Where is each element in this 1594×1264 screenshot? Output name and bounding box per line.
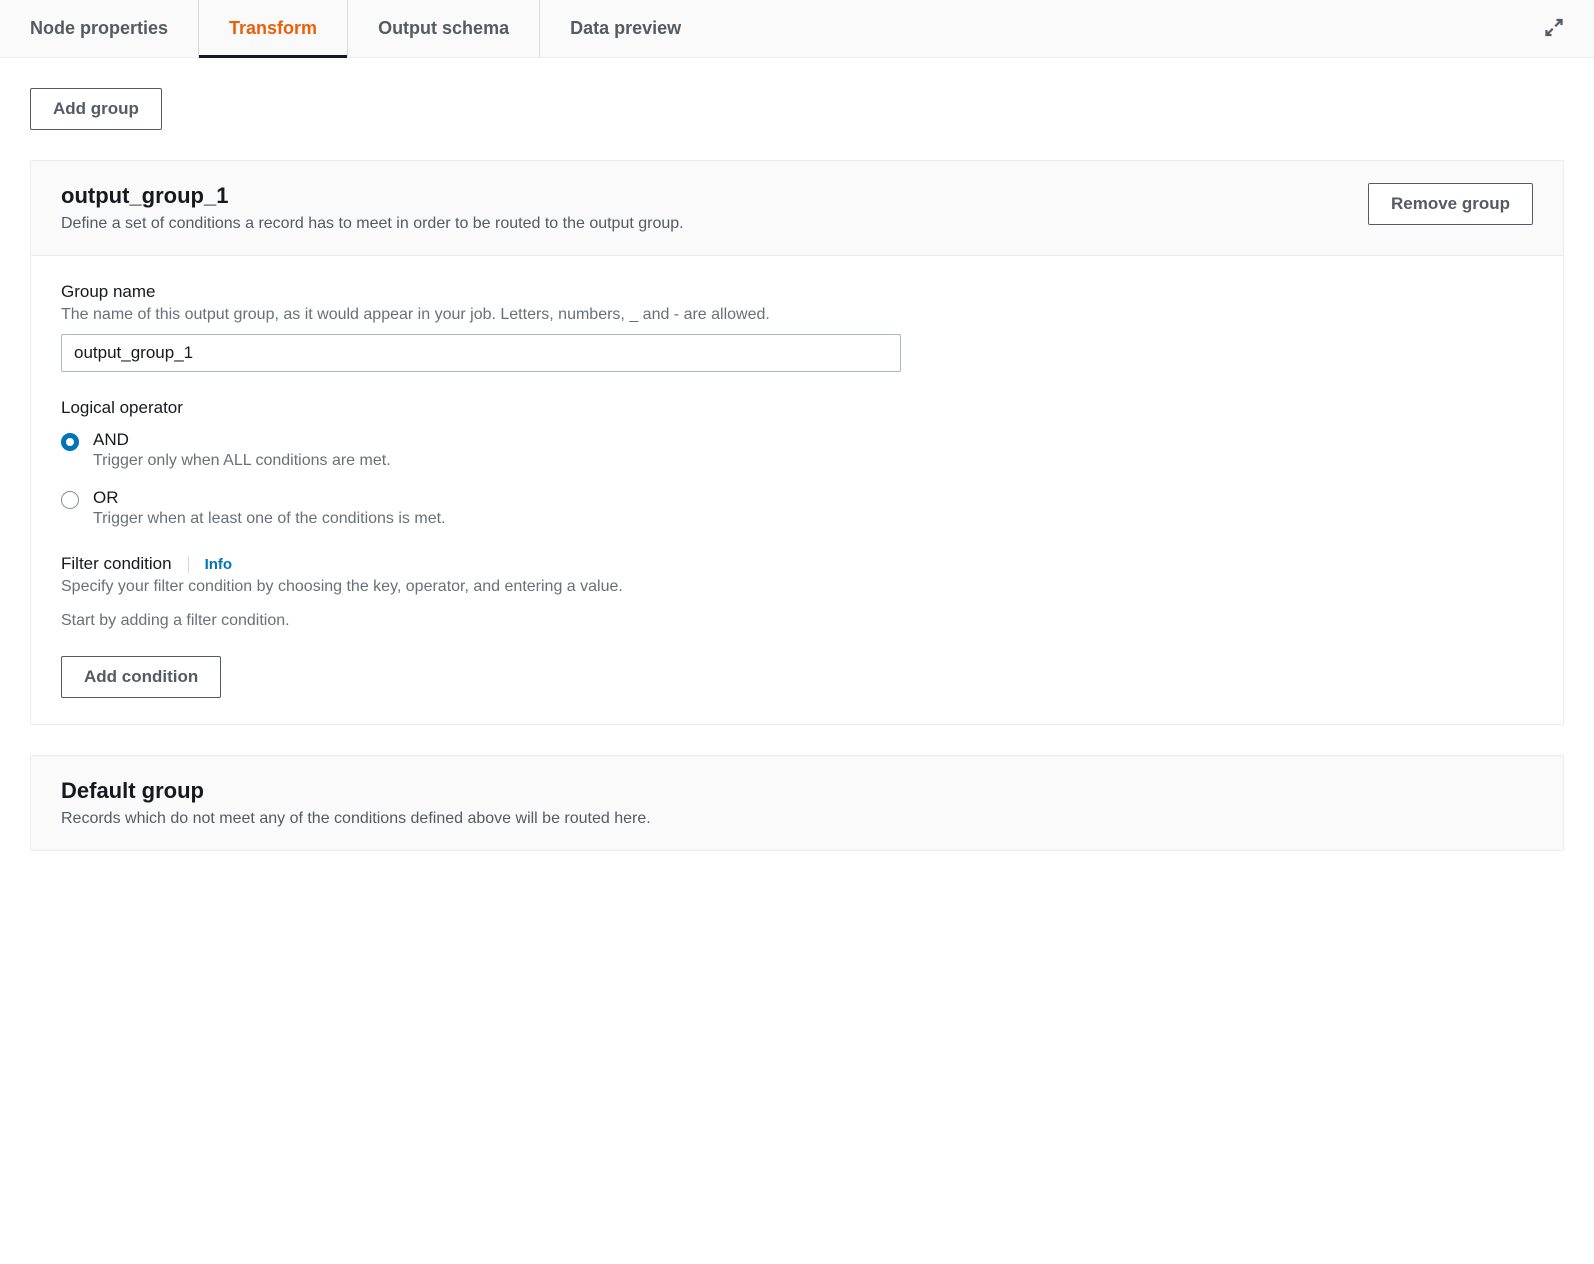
tab-node-properties[interactable]: Node properties <box>30 0 199 57</box>
default-group-title: Default group <box>61 778 651 804</box>
filter-start-text: Start by adding a filter condition. <box>61 612 1533 630</box>
logical-operator-label: Logical operator <box>61 398 1533 418</box>
tab-output-schema[interactable]: Output schema <box>348 0 540 57</box>
output-group-panel: output_group_1 Define a set of condition… <box>30 160 1564 725</box>
radio-and-title: AND <box>93 430 391 450</box>
tab-transform[interactable]: Transform <box>199 0 348 57</box>
remove-group-button[interactable]: Remove group <box>1368 183 1533 225</box>
tab-data-preview[interactable]: Data preview <box>540 0 711 57</box>
radio-or-title: OR <box>93 488 445 508</box>
default-group-header-text: Default group Records which do not meet … <box>61 778 651 828</box>
radio-or-desc: Trigger when at least one of the conditi… <box>93 510 445 528</box>
filter-condition-label-row: Filter condition Info <box>61 554 1533 574</box>
radio-or-content: OR Trigger when at least one of the cond… <box>93 488 445 528</box>
add-group-button[interactable]: Add group <box>30 88 162 130</box>
filter-condition-field: Filter condition Info Specify your filte… <box>61 554 1533 596</box>
expand-icon[interactable] <box>1544 17 1564 40</box>
group-name-label: Group name <box>61 282 1533 302</box>
add-condition-button[interactable]: Add condition <box>61 656 221 698</box>
default-group-header: Default group Records which do not meet … <box>31 756 1563 850</box>
tabs-bar: Node properties Transform Output schema … <box>0 0 1594 58</box>
group-name-hint: The name of this output group, as it wou… <box>61 306 1533 324</box>
radio-and[interactable]: AND Trigger only when ALL conditions are… <box>61 430 1533 470</box>
output-group-header-text: output_group_1 Define a set of condition… <box>61 183 684 233</box>
default-group-description: Records which do not meet any of the con… <box>61 810 651 828</box>
radio-and-content: AND Trigger only when ALL conditions are… <box>93 430 391 470</box>
output-group-title: output_group_1 <box>61 183 684 209</box>
filter-condition-hint: Specify your filter condition by choosin… <box>61 578 1533 596</box>
radio-and-circle <box>61 433 79 451</box>
default-group-panel: Default group Records which do not meet … <box>30 755 1564 851</box>
logical-operator-field: Logical operator AND Trigger only when A… <box>61 398 1533 528</box>
info-link[interactable]: Info <box>188 556 233 573</box>
group-name-input[interactable] <box>61 334 901 372</box>
filter-condition-label: Filter condition <box>61 554 172 574</box>
output-group-description: Define a set of conditions a record has … <box>61 215 684 233</box>
radio-or-circle <box>61 491 79 509</box>
content-area: Add group output_group_1 Define a set of… <box>0 58 1594 881</box>
radio-and-desc: Trigger only when ALL conditions are met… <box>93 452 391 470</box>
group-name-field: Group name The name of this output group… <box>61 282 1533 372</box>
output-group-panel-header: output_group_1 Define a set of condition… <box>31 161 1563 256</box>
radio-or[interactable]: OR Trigger when at least one of the cond… <box>61 488 1533 528</box>
output-group-panel-body: Group name The name of this output group… <box>31 256 1563 724</box>
